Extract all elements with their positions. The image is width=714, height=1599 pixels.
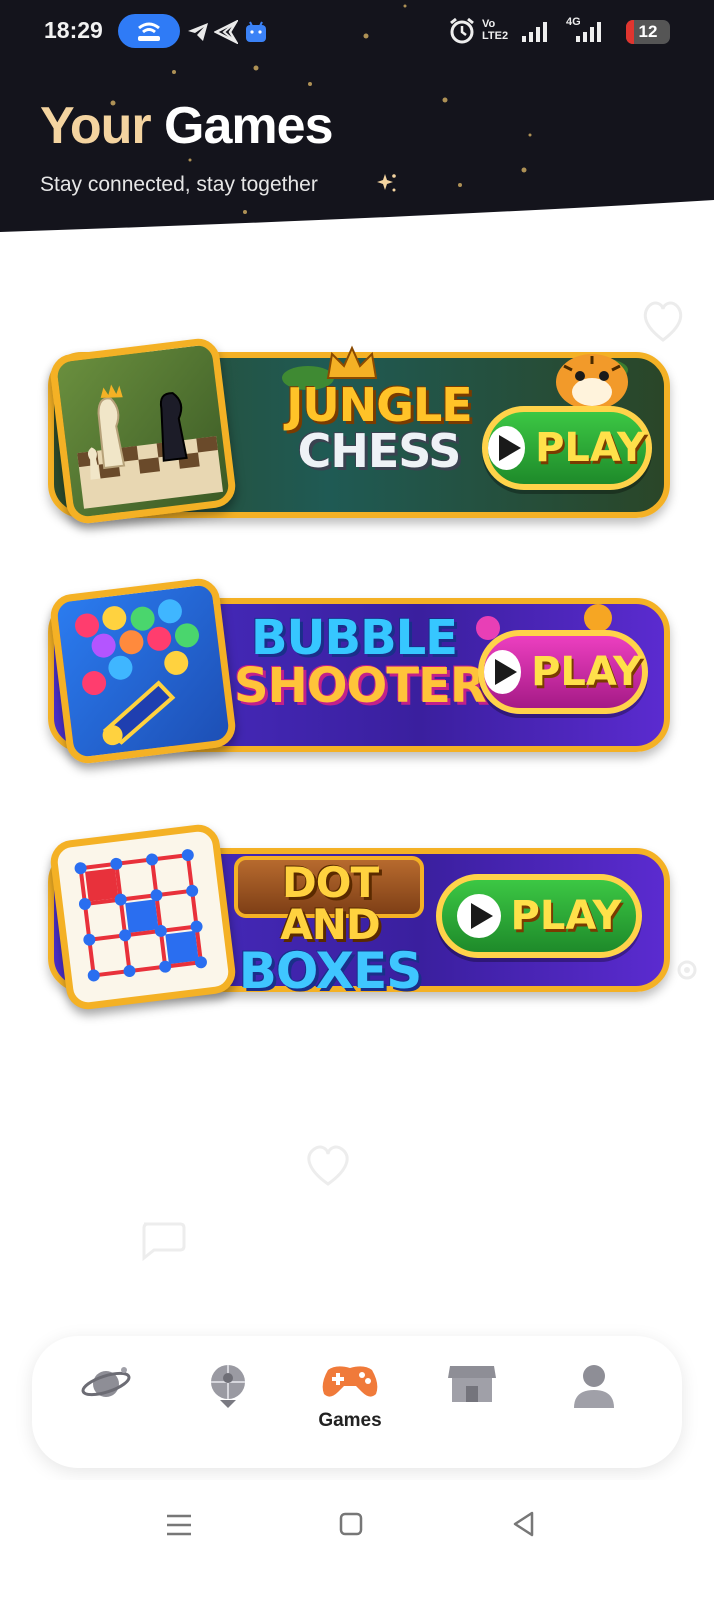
game-title-line1: JUNGLE xyxy=(286,378,472,432)
sparkle-icon xyxy=(377,174,396,192)
page-subtitle: Stay connected, stay together xyxy=(40,173,318,196)
game-title-line1: BUBBLE xyxy=(250,610,458,666)
send-icon xyxy=(214,20,238,44)
status-time: 18:29 xyxy=(44,17,103,43)
heart-outline-icon xyxy=(307,1145,349,1186)
play-icon xyxy=(456,894,501,938)
play-button-label: PLAY xyxy=(510,893,622,939)
globe-pin-icon xyxy=(211,1365,245,1408)
menu-icon[interactable] xyxy=(165,1511,193,1539)
header: 18:29 Vo LTE2 4G 12 Your Games Stay conn… xyxy=(0,0,714,240)
game-banner-jungle-chess[interactable]: JUNGLE CHESS PLAY xyxy=(48,336,670,528)
volte-icon: Vo LTE2 xyxy=(482,18,516,44)
back-icon[interactable] xyxy=(510,1510,538,1538)
play-icon xyxy=(488,426,526,470)
dot-grid-icon xyxy=(48,822,238,1012)
play-button[interactable]: PLAY xyxy=(436,874,642,958)
bubble-cannon-icon xyxy=(48,576,238,766)
crown-icon xyxy=(326,345,378,379)
signal-4g-icon xyxy=(576,22,601,42)
nav-item-profile[interactable] xyxy=(544,1360,644,1450)
home-icon[interactable] xyxy=(338,1511,364,1537)
play-button-label: PLAY xyxy=(531,649,642,695)
nav-item-store[interactable] xyxy=(422,1360,522,1450)
game-title-line1: DOT AND xyxy=(280,858,381,949)
chat-bubble-icon xyxy=(142,1222,186,1262)
page-title-part2: Games xyxy=(164,97,333,155)
game-title-line2: CHESS xyxy=(297,424,462,478)
battery-icon: 12 xyxy=(626,20,670,44)
games-screen: 18:29 Vo LTE2 4G 12 Your Games Stay conn… xyxy=(0,0,714,1599)
planet-icon xyxy=(81,1367,131,1397)
system-nav-bar xyxy=(0,1480,714,1599)
nav-item-nearby[interactable] xyxy=(178,1360,278,1450)
alarm-icon xyxy=(450,17,474,44)
network-label: Vo LTE2 xyxy=(482,18,509,42)
play-button[interactable]: PLAY xyxy=(482,406,652,490)
android-icon xyxy=(246,21,266,42)
gamepad-icon xyxy=(322,1366,378,1397)
signal-icon xyxy=(522,22,547,42)
telegram-icon xyxy=(188,23,208,41)
gear-icon xyxy=(677,960,697,980)
nav-item-games[interactable]: Games xyxy=(300,1360,400,1450)
game-banner-bubble-shooter[interactable]: BUBBLE SHOOTER PLAY xyxy=(48,576,670,768)
hotspot-icon xyxy=(118,14,180,48)
page-title-part1: Your xyxy=(40,97,152,155)
tiger-mascot-icon xyxy=(556,354,628,410)
nav-item-label: Games xyxy=(318,1410,382,1431)
battery-level: 12 xyxy=(638,22,658,41)
bottom-nav: Games xyxy=(32,1336,682,1468)
game-title: BUBBLE SHOOTER xyxy=(234,610,487,714)
store-icon xyxy=(448,1366,496,1402)
profile-icon xyxy=(574,1365,614,1408)
play-button-label: PLAY xyxy=(535,425,646,471)
status-bar: 18:29 Vo LTE2 4G 12 xyxy=(0,0,714,66)
game-title: DOT AND BOXES xyxy=(228,858,432,1000)
game-title-line2: BOXES xyxy=(238,942,423,1000)
chess-pieces-icon xyxy=(48,336,238,526)
nav-item-explore[interactable] xyxy=(56,1360,156,1450)
play-icon xyxy=(484,650,522,694)
game-banner-dot-and-boxes[interactable]: DOT AND BOXES PLAY xyxy=(48,818,670,1012)
page-title: Your Games xyxy=(40,96,334,156)
play-button[interactable]: PLAY xyxy=(478,630,648,714)
game-title: JUNGLE CHESS xyxy=(264,382,494,474)
game-title-line2: SHOOTER xyxy=(234,658,487,714)
